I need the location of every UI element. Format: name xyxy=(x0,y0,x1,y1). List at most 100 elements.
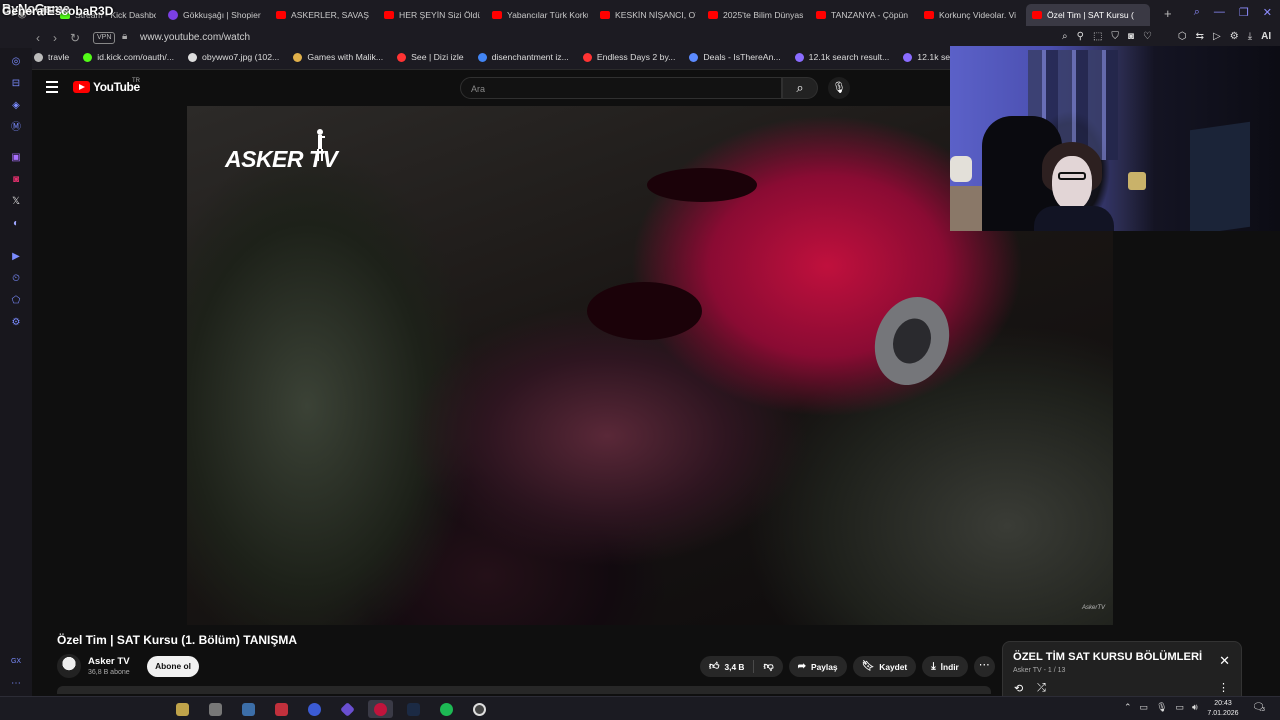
sidebar-gx-icon[interactable]: ◈ xyxy=(10,100,22,112)
zoom-icon[interactable]: ⌕ xyxy=(1062,31,1068,42)
subscribe-button[interactable]: Abone ol xyxy=(147,656,199,677)
extensions-icon[interactable]: ⬡ xyxy=(1178,31,1187,42)
like-button[interactable]: 👍︎ 3,4 B xyxy=(700,656,753,677)
save-button[interactable]: 🔖︎ Kaydet xyxy=(852,656,917,677)
bookmark-item[interactable]: disenchantment iz... xyxy=(477,52,569,62)
download-button[interactable]: ⤓ İndir xyxy=(922,656,968,677)
youtube-logo[interactable]: YouTube xyxy=(73,80,140,94)
shield-icon[interactable]: ⛉ xyxy=(1111,31,1119,42)
twitch-icon[interactable]: ▣ xyxy=(10,152,22,164)
screenshot-icon[interactable]: ⬚ xyxy=(1093,31,1102,42)
download-icon: ⤓ xyxy=(931,660,936,672)
network-icon[interactable]: ▭ xyxy=(1176,702,1185,713)
bookmark-item[interactable]: See | Dizi izle xyxy=(397,52,464,62)
shuffle-icon[interactable]: ⤮ xyxy=(1037,682,1046,695)
player-icon[interactable]: ▶ xyxy=(10,251,22,263)
youtube-favicon-icon xyxy=(600,11,610,19)
settings-icon[interactable]: ⚙ xyxy=(1230,31,1239,42)
minimize-icon[interactable]: — xyxy=(1214,6,1225,19)
opera-gx-app[interactable] xyxy=(368,700,393,718)
youtube-favicon-icon xyxy=(1032,11,1042,19)
new-tab-button[interactable]: + xyxy=(1164,7,1172,20)
tab[interactable]: ASKERLER, SAVAŞ Fİ xyxy=(270,4,378,26)
channel-name[interactable]: Asker TV xyxy=(88,656,130,667)
obs-app[interactable] xyxy=(236,700,261,718)
bookmark-item[interactable]: Endless Days 2 by... xyxy=(582,52,675,62)
sidebar-settings-icon[interactable]: ⚙ xyxy=(10,317,22,329)
easy-setup-icon[interactable]: ⇆ xyxy=(1196,31,1204,42)
pin-icon[interactable]: ⚲ xyxy=(1077,31,1084,42)
tab[interactable]: Yabancılar Türk Korku xyxy=(486,4,594,26)
sidebar-ai-agents-icon[interactable]: ⊟ xyxy=(10,78,22,90)
valorant-app[interactable] xyxy=(269,700,294,718)
play-icon[interactable]: ▷ xyxy=(1213,31,1221,42)
microphone-icon[interactable]: 🎙︎ xyxy=(1156,702,1167,713)
system-clock[interactable]: 20:43 7.01.2026 xyxy=(1204,699,1242,719)
extensions-sidebar-icon[interactable]: ⬠ xyxy=(10,295,22,307)
maximize-icon[interactable]: ❐ xyxy=(1239,6,1249,19)
launcher-app[interactable] xyxy=(335,700,360,718)
tab-label: TANZANYA - Çöpün xyxy=(831,10,909,20)
tab[interactable]: Gökkuşağı | Shopier xyxy=(162,4,270,26)
discord-icon[interactable]: ◐ xyxy=(10,218,22,230)
playlist-menu-icon[interactable]: ⋮ xyxy=(1218,681,1229,694)
lock-icon[interactable]: 🔒︎ xyxy=(122,31,127,42)
loop-icon[interactable]: ⟲ xyxy=(1014,682,1023,695)
close-icon[interactable]: ✕ xyxy=(1219,654,1230,667)
url-field[interactable]: www.youtube.com/watch xyxy=(140,32,250,43)
gx-corner-icon[interactable]: GX xyxy=(10,656,22,668)
bookmark-item[interactable]: travle xyxy=(34,52,69,62)
bookmark-label: obywwo7.jpg (102... xyxy=(202,52,280,62)
back-icon[interactable]: ‹ xyxy=(36,31,40,45)
reload-icon[interactable]: ↻ xyxy=(70,31,80,45)
tab[interactable]: 2025'te Bilim Dünyas xyxy=(702,4,810,26)
bookmark-item[interactable]: Deals - IsThereAn... xyxy=(689,52,781,62)
search-tabs-icon[interactable]: ⌕ xyxy=(1194,6,1200,19)
tab[interactable]: HER ŞEYİN Sizi Öldür xyxy=(378,4,486,26)
sidebar-more-icon[interactable]: ⋯ xyxy=(10,678,22,690)
tab-active[interactable]: Özel Tim | SAT Kursu ( xyxy=(1026,4,1150,26)
history-icon[interactable]: ⏲ xyxy=(10,273,22,285)
playlist-title[interactable]: ÖZEL TİM SAT KURSU BÖLÜMLERİ xyxy=(1013,651,1202,663)
sidebar-ai-icon[interactable]: ◎ xyxy=(10,56,22,68)
store-app[interactable] xyxy=(203,700,228,718)
opera-gx-icon xyxy=(374,702,387,716)
search-button[interactable]: ⌕ xyxy=(782,77,818,99)
steam-app[interactable] xyxy=(401,700,426,718)
x-icon[interactable]: 𝕏 xyxy=(10,196,22,208)
file-explorer-app[interactable] xyxy=(170,700,195,718)
spotify-app[interactable] xyxy=(434,700,459,718)
spotify-icon xyxy=(440,702,453,716)
dislike-button[interactable]: 👎︎ xyxy=(754,656,782,677)
ai-button[interactable]: AI xyxy=(1261,31,1271,42)
uniform-patch xyxy=(862,286,962,396)
tray-chevron-icon[interactable]: ⌃ xyxy=(1124,702,1132,713)
camera-icon[interactable]: ◙ xyxy=(1128,31,1134,42)
forward-icon[interactable]: › xyxy=(53,31,57,45)
tab[interactable]: Korkunç Videolar. Vi xyxy=(918,4,1026,26)
description-box[interactable] xyxy=(57,686,991,694)
devices-icon[interactable]: ▭ xyxy=(1140,702,1149,713)
instagram-icon[interactable]: ◙ xyxy=(10,174,22,186)
search-input[interactable] xyxy=(471,82,761,95)
capture-app[interactable] xyxy=(467,700,492,718)
download-icon[interactable]: ⤓ xyxy=(1248,31,1252,42)
tab[interactable]: KESKİN NİŞANCI, OY xyxy=(594,4,702,26)
voice-search-button[interactable]: 🎙︎ xyxy=(828,77,850,99)
bookmark-item[interactable]: 12.1k search result... xyxy=(794,52,889,62)
vpn-badge[interactable]: VPN xyxy=(93,32,116,44)
heart-icon[interactable]: ♡ xyxy=(1143,31,1152,42)
bookmark-item[interactable]: id.kick.com/oauth/... xyxy=(83,52,174,62)
battlenet-app[interactable] xyxy=(302,700,327,718)
tab[interactable]: TANZANYA - Çöpün xyxy=(810,4,918,26)
sidebar-messenger-icon[interactable]: Ⓜ xyxy=(10,122,22,134)
bookmark-item[interactable]: Games with Malik... xyxy=(293,52,383,62)
more-actions-button[interactable]: ⋯ xyxy=(973,656,995,677)
volume-icon[interactable]: 🔊︎ xyxy=(1192,702,1198,713)
youtube-favicon-icon xyxy=(276,11,286,19)
channel-avatar[interactable] xyxy=(57,654,81,678)
guide-menu-icon[interactable] xyxy=(46,81,58,96)
bookmark-item[interactable]: obywwo7.jpg (102... xyxy=(188,52,279,62)
close-icon[interactable]: ✕ xyxy=(1263,6,1272,19)
share-button[interactable]: ➦ Paylaş xyxy=(788,656,847,677)
